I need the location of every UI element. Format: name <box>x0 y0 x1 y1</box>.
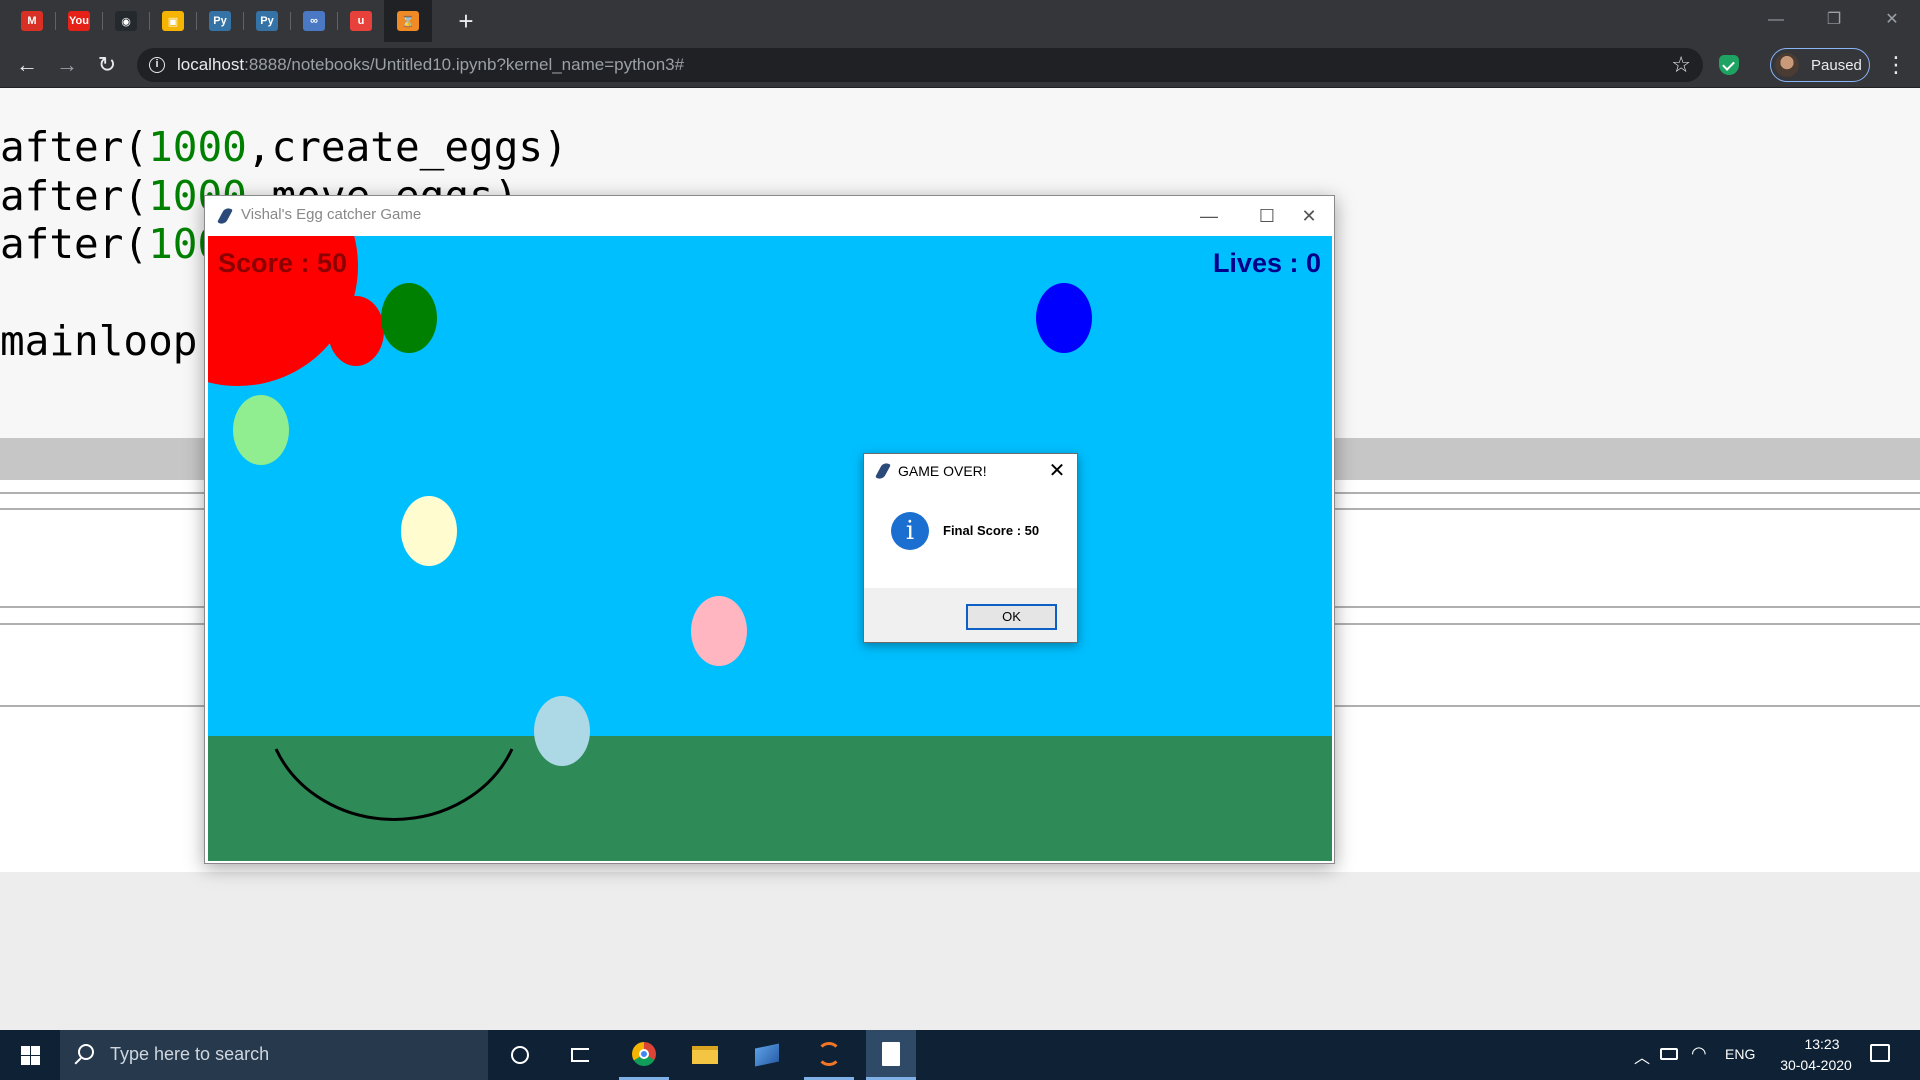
new-tab-button[interactable]: + <box>452 8 480 36</box>
taskbar-search-box[interactable]: Type here to search <box>60 1030 488 1080</box>
lives-label: Lives : 0 <box>1213 248 1321 278</box>
game-over-dialog: GAME OVER! ✕ i Final Score : 50 OK <box>863 453 1078 643</box>
dialog-body: i Final Score : 50 <box>864 488 1077 588</box>
github-icon: ◉ <box>115 11 137 31</box>
info-icon: i <box>891 512 929 550</box>
browser-tab[interactable]: ◉ <box>102 0 150 42</box>
code-text: after( <box>0 171 149 220</box>
game-titlebar[interactable]: Vishal's Egg catcher Game — ☐ ✕ <box>205 196 1334 236</box>
browser-menu-icon[interactable]: ⋮ <box>1884 50 1908 80</box>
code-text: mainloop( <box>0 317 223 365</box>
chrome-icon[interactable] <box>619 1030 669 1080</box>
start-pane <box>31 1046 40 1055</box>
browser-toolbar: ← → ↻ i localhost:8888/notebooks/Untitle… <box>0 42 1920 88</box>
language-indicator[interactable]: ENG <box>1725 1046 1755 1062</box>
clock-date[interactable]: 30-04-2020 <box>1766 1057 1866 1073</box>
photos-icon: ▣ <box>162 11 184 31</box>
url-host: localhost <box>177 55 245 74</box>
egg <box>381 283 437 353</box>
python-tk-window-icon[interactable] <box>866 1030 916 1080</box>
grass-ground <box>208 736 1332 861</box>
address-bar[interactable]: i localhost:8888/notebooks/Untitled10.ip… <box>137 48 1703 82</box>
reload-icon[interactable]: ↻ <box>92 50 122 80</box>
remote-desktop-icon[interactable] <box>742 1030 792 1080</box>
browser-tab[interactable]: Py <box>196 0 244 42</box>
search-placeholder: Type here to search <box>110 1044 270 1064</box>
ok-button[interactable]: OK <box>966 604 1057 630</box>
browser-tab[interactable]: You <box>55 0 103 42</box>
notification-icon[interactable] <box>1870 1044 1890 1062</box>
feather-icon <box>217 206 233 226</box>
restore-icon[interactable]: ❐ <box>1814 6 1854 34</box>
back-icon[interactable]: ← <box>12 50 42 80</box>
windows-start-icon[interactable] <box>0 1030 60 1080</box>
egg <box>328 296 384 366</box>
python-icon: Py <box>209 11 231 31</box>
extension-shield-icon[interactable] <box>1719 55 1739 75</box>
youtube-icon: You <box>68 11 90 31</box>
clock-time[interactable]: 13:23 <box>1782 1036 1862 1052</box>
profile-button[interactable]: Paused <box>1770 48 1870 82</box>
game-window: Vishal's Egg catcher Game — ☐ ✕ Score : … <box>204 195 1335 864</box>
cortana-icon[interactable] <box>495 1030 545 1080</box>
egg <box>401 496 457 566</box>
code-line[interactable]: after(1000,create_eggs) <box>0 123 568 171</box>
code-text: after( <box>0 123 149 171</box>
battery-icon[interactable] <box>1660 1048 1678 1060</box>
dialog-message: Final Score : 50 <box>943 523 1040 538</box>
minimize-icon[interactable]: — <box>1186 200 1232 232</box>
start-pane <box>21 1046 30 1055</box>
close-icon[interactable]: ✕ <box>1045 458 1069 484</box>
site-info-icon[interactable]: i <box>149 57 165 73</box>
code-number: 1000 <box>148 123 247 171</box>
maximize-icon[interactable]: ☐ <box>1244 200 1290 232</box>
browser-tab-strip: M You ◉ ▣ Py Py ∞ u ⌛ + — ❐ ✕ <box>0 0 1920 42</box>
code-text: ,create_eggs) <box>246 123 568 171</box>
file-explorer-icon[interactable] <box>680 1030 730 1080</box>
start-pane <box>31 1056 40 1065</box>
close-icon[interactable]: ✕ <box>1286 200 1332 232</box>
url-path: :8888/notebooks/Untitled10.ipynb?kernel_… <box>244 55 685 74</box>
python-icon: Py <box>256 11 278 31</box>
taskbar: Type here to search ︿ ◠ ENG 13:23 30-04-… <box>0 1030 1920 1080</box>
egg <box>691 596 747 666</box>
jupyter-icon[interactable] <box>804 1030 854 1080</box>
game-window-title: Vishal's Egg catcher Game <box>241 206 422 223</box>
browser-tab[interactable]: Py <box>243 0 291 42</box>
task-view-icon[interactable] <box>555 1030 605 1080</box>
browser-tab[interactable]: u <box>337 0 385 42</box>
dialog-titlebar[interactable]: GAME OVER! ✕ <box>864 454 1077 488</box>
score-label: Score : 50 <box>218 248 347 278</box>
code-line[interactable]: mainloop( <box>0 317 222 365</box>
search-icon <box>78 1044 94 1060</box>
url-text[interactable]: localhost:8888/notebooks/Untitled10.ipyn… <box>177 55 684 75</box>
udemy-icon: u <box>350 11 372 31</box>
show-hidden-icons[interactable]: ︿ <box>1634 1044 1650 1068</box>
egg <box>233 395 289 465</box>
egg <box>1036 283 1092 353</box>
browser-tab[interactable]: ∞ <box>290 0 338 42</box>
forward-icon[interactable]: → <box>52 50 82 80</box>
browser-tab[interactable]: ▣ <box>149 0 197 42</box>
browser-tab[interactable]: ⌛ <box>384 0 432 42</box>
egg <box>534 696 590 766</box>
hourglass-icon: ⌛ <box>397 11 419 31</box>
minimize-icon[interactable]: — <box>1756 6 1796 34</box>
gmail-icon: M <box>21 11 43 31</box>
wifi-icon[interactable]: ◠ <box>1691 1043 1707 1064</box>
game-canvas[interactable]: Score : 50 Lives : 0 <box>208 236 1332 861</box>
start-pane <box>21 1056 30 1065</box>
profile-status: Paused <box>1811 57 1862 74</box>
close-icon[interactable]: ✕ <box>1872 6 1912 34</box>
feather-icon <box>875 461 891 481</box>
browser-tab[interactable]: M <box>8 0 56 42</box>
avatar <box>1775 53 1799 77</box>
code-text: after( <box>0 220 149 268</box>
dialog-title: GAME OVER! <box>898 463 987 479</box>
bookmark-star-icon[interactable]: ☆ <box>1671 51 1691 79</box>
infinity-icon: ∞ <box>303 11 325 31</box>
